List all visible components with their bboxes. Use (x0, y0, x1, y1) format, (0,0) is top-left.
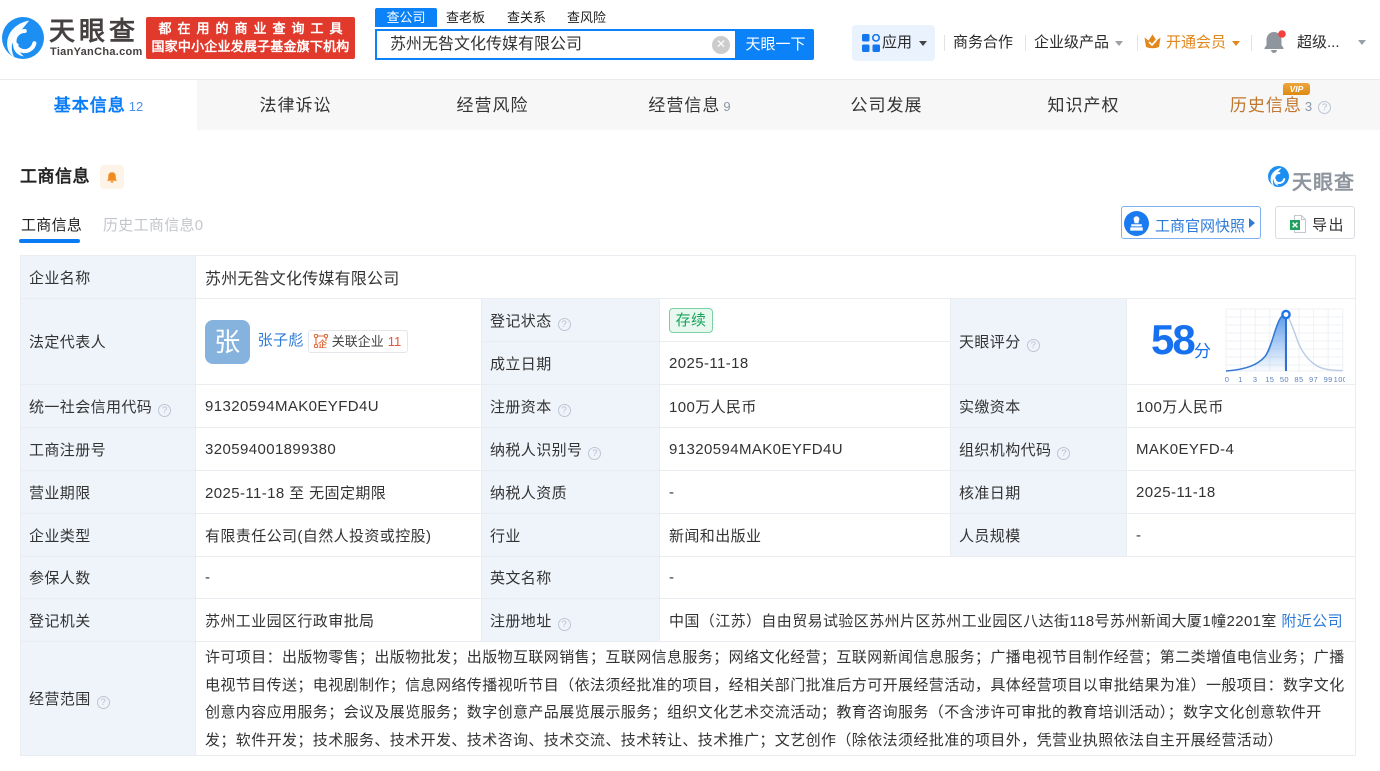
svg-text:85: 85 (1294, 375, 1303, 384)
svg-text:0: 0 (1225, 375, 1229, 384)
svg-text:1: 1 (1238, 375, 1243, 384)
svg-text:企: 企 (317, 339, 328, 349)
svg-text:99: 99 (1324, 375, 1333, 384)
svg-text:3: 3 (1253, 375, 1258, 384)
svg-text:50: 50 (1280, 375, 1289, 384)
svg-text:15: 15 (1265, 375, 1274, 384)
svg-text:97: 97 (1309, 375, 1318, 384)
svg-text:100: 100 (1334, 375, 1345, 384)
